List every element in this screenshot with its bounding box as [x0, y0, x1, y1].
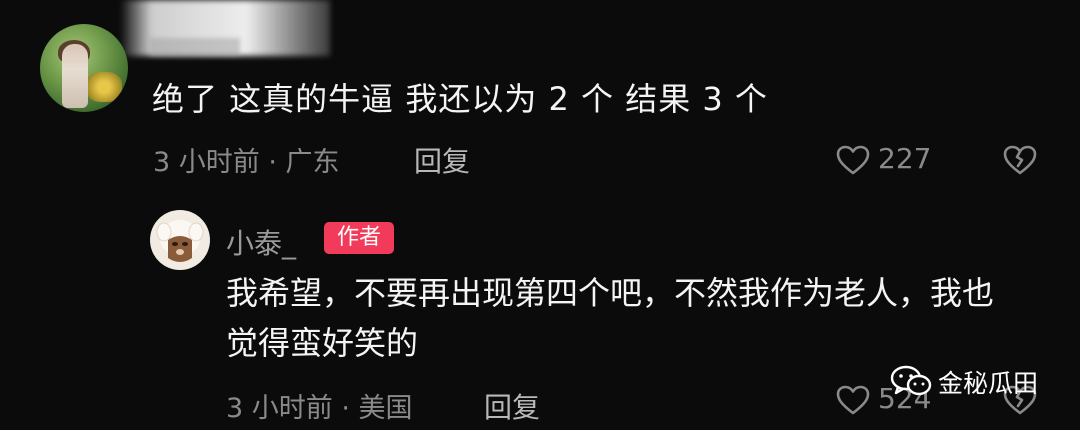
blurred-username-overlay	[150, 38, 240, 56]
reply-text: 我希望，不要再出现第四个吧，不然我作为老人，我也觉得蛮好笑的	[226, 274, 995, 362]
author-avatar[interactable]	[150, 210, 210, 270]
author-username[interactable]: 小泰_	[226, 222, 296, 262]
comment-like-count: 227	[878, 142, 932, 175]
wechat-icon	[890, 364, 932, 402]
reply-reply-button[interactable]: 回复	[484, 386, 540, 426]
watermark-text: 金秘瓜田	[938, 369, 1039, 398]
dislike-icon[interactable]	[1002, 144, 1038, 176]
author-badge: 作者	[324, 222, 394, 254]
heart-icon[interactable]	[835, 384, 871, 416]
avatar-figure	[62, 44, 88, 108]
avatar-flowers	[86, 72, 122, 102]
comment-text: 绝了 这真的牛逼 我还以为 2 个 结果 3 个	[152, 80, 768, 118]
reply-meta: 3 小时前 · 美国	[226, 393, 413, 424]
commenter-avatar[interactable]	[40, 24, 128, 112]
heart-icon[interactable]	[835, 144, 871, 176]
comment-reply-button[interactable]: 回复	[414, 140, 470, 180]
comment-meta: 3 小时前 · 广东	[153, 147, 340, 178]
